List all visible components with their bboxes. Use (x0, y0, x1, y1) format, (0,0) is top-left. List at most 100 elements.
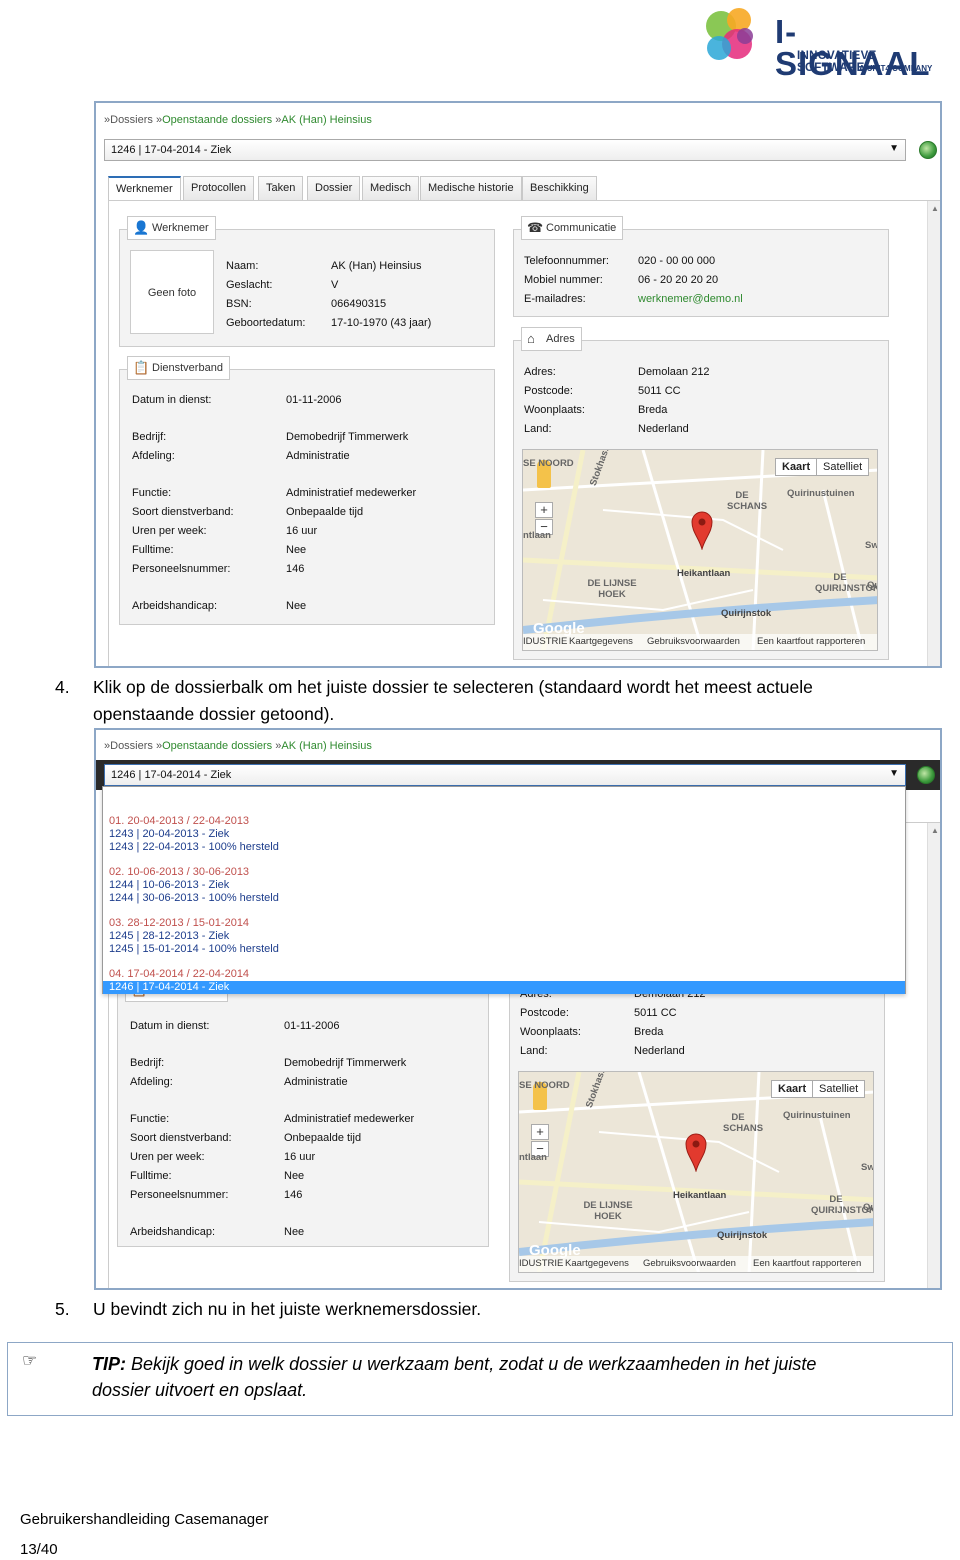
value-woonplaats: Breda (638, 404, 668, 416)
label-land: Land: (520, 1045, 548, 1057)
label-bsn: BSN: (226, 298, 252, 310)
map-report-link[interactable]: Een kaartfout rapporteren (753, 1258, 861, 1269)
step4-text-line1: Klik op de dossierbalk om het juiste dos… (93, 677, 813, 697)
value-fulltime: Nee (286, 544, 307, 556)
dropdown-option[interactable]: 1245 | 15-01-2014 - 100% hersteld (109, 943, 279, 955)
tab-beschikking[interactable]: Beschikking (522, 176, 597, 200)
dropdown-option[interactable]: 1243 | 20-04-2013 - Ziek (109, 828, 229, 840)
value-land: Nederland (634, 1045, 685, 1057)
value-uren-per-week: 16 uur (284, 1151, 316, 1163)
zoom-in-button[interactable]: + (535, 502, 553, 518)
globe-icon[interactable] (919, 141, 937, 159)
map-voorwaarden-link[interactable]: Gebruiksvoorwaarden (643, 1258, 736, 1269)
value-functie: Administratief medewerker (286, 487, 417, 499)
dropdown-option[interactable]: 1243 | 22-04-2013 - 100% hersteld (109, 841, 279, 853)
tab-medisch[interactable]: Medisch (362, 176, 419, 200)
map[interactable]: + − Kaart Satelliet SE NOORD DE SCHANS Q… (518, 1071, 874, 1273)
label-bedrijf: Bedrijf: (132, 431, 167, 443)
label-email: E-mailadres: (524, 293, 586, 305)
communicatie-panel: Telefoonnummer: Mobiel nummer: E-mailadr… (513, 229, 889, 317)
label-fulltime: Fulltime: (130, 1170, 172, 1182)
map-marker-icon[interactable] (685, 1132, 707, 1172)
dossier-select[interactable]: 1246 | 17-04-2014 - Ziek ▼ (104, 139, 906, 161)
map-kaartgegevens-link[interactable]: Kaartgegevens (565, 1258, 629, 1269)
tab-protocollen[interactable]: Protocollen (183, 176, 255, 200)
label-soort-dienstverband: Soort dienstverband: (132, 506, 234, 518)
i-signaal-logo: I-SIGNAAL INNOVATIEVE SOFTWARE A UNIT4 C… (697, 4, 947, 80)
breadcrumb-dossiers[interactable]: Dossiers (110, 740, 153, 752)
map-satelliet-button[interactable]: Satelliet (812, 1080, 866, 1098)
value-woonplaats: Breda (634, 1026, 664, 1038)
map-kaartgegevens-link[interactable]: Kaartgegevens (569, 636, 633, 647)
map-marker-icon[interactable] (691, 510, 713, 550)
screenshot-dropdown: »Dossiers »Openstaande dossiers »AK (Han… (94, 728, 942, 1290)
globe-icon[interactable] (917, 766, 935, 784)
label-bedrijf: Bedrijf: (130, 1057, 165, 1069)
breadcrumb-employee[interactable]: AK (Han) Heinsius (281, 740, 371, 752)
value-soort-dienstverband: Onbepaalde tijd (286, 506, 364, 518)
map-voorwaarden-link[interactable]: Gebruiksvoorwaarden (647, 636, 740, 647)
map-report-link[interactable]: Een kaartfout rapporteren (757, 636, 865, 647)
value-adres: Demolaan 212 (638, 366, 710, 378)
tab-werknemer[interactable]: Werknemer (108, 176, 181, 201)
dienstverband-panel: Datum in dienst: Bedrijf: Afdeling: Func… (117, 991, 489, 1247)
value-datum-in-dienst: 01-11-2006 (284, 1020, 340, 1032)
value-bedrijf: Demobedrijf Timmerwerk (284, 1057, 407, 1069)
scroll-up-icon[interactable]: ▲ (931, 826, 939, 835)
label-functie: Functie: (130, 1113, 170, 1125)
step5-text: U bevindt zich nu in het juiste werkneme… (93, 1299, 482, 1319)
tip-line2: dossier uitvoert en opslaat. (92, 1380, 308, 1400)
value-afdeling: Administratie (286, 450, 350, 462)
dossier-select-open[interactable]: 1246 | 17-04-2014 - Ziek ▼ (104, 764, 906, 786)
tab-dossier[interactable]: Dossier (307, 176, 361, 200)
value-soort-dienstverband: Onbepaalde tijd (284, 1132, 362, 1144)
map-kaart-button[interactable]: Kaart (775, 458, 818, 476)
label-personeelsnummer: Personeelsnummer: (132, 563, 231, 575)
value-postcode: 5011 CC (638, 385, 681, 397)
label-datum-in-dienst: Datum in dienst: (130, 1020, 210, 1032)
phone-icon: ☎ (527, 220, 544, 235)
map-kaart-button[interactable]: Kaart (771, 1080, 814, 1098)
label-mobiel: Mobiel nummer: (524, 274, 603, 286)
label-woonplaats: Woonplaats: (524, 404, 585, 416)
value-arbeidshandicap: Nee (286, 600, 307, 612)
breadcrumb-openstaande[interactable]: Openstaande dossiers (162, 740, 272, 752)
tab-taken[interactable]: Taken (258, 176, 304, 200)
value-postcode: 5011 CC (634, 1007, 677, 1019)
scrollbar[interactable]: ▲ (927, 201, 940, 666)
value-land: Nederland (638, 423, 689, 435)
breadcrumb: »Dossiers »Openstaande dossiers »AK (Han… (104, 740, 372, 752)
scroll-up-icon[interactable]: ▲ (931, 204, 939, 213)
label-fulltime: Fulltime: (132, 544, 174, 556)
label-uren-per-week: Uren per week: (132, 525, 207, 537)
breadcrumb: »Dossiers »Openstaande dossiers »AK (Han… (104, 114, 372, 126)
breadcrumb-dossiers[interactable]: Dossiers (110, 114, 153, 126)
label-afdeling: Afdeling: (130, 1076, 173, 1088)
logo-mark-icon (706, 8, 753, 60)
dropdown-option-selected[interactable]: 1246 | 17-04-2014 - Ziek (103, 981, 905, 994)
tip-label: TIP: (92, 1354, 126, 1374)
dropdown-group-01: 01. 20-04-2013 / 22-04-2013 (109, 815, 250, 827)
dropdown-option[interactable]: 1244 | 10-06-2013 - Ziek (109, 879, 229, 891)
dropdown-option[interactable]: 1245 | 28-12-2013 - Ziek (109, 930, 229, 942)
label-arbeidshandicap: Arbeidshandicap: (132, 600, 218, 612)
label-telefoon: Telefoonnummer: (524, 255, 609, 267)
zoom-in-button[interactable]: + (531, 1124, 549, 1140)
tab-medische-historie[interactable]: Medische historie (420, 176, 522, 200)
home-icon: ⌂ (527, 331, 535, 346)
breadcrumb-employee[interactable]: AK (Han) Heinsius (281, 114, 371, 126)
step4-text-line2: openstaande dossier getoond). (93, 704, 335, 724)
map-satelliet-button[interactable]: Satelliet (816, 458, 870, 476)
map[interactable]: + − Kaart Satelliet SE NOORD DE SCHANS Q… (522, 449, 878, 651)
value-email-link[interactable]: werknemer@demo.nl (638, 293, 743, 305)
werknemer-pane: ▲ Geen foto Naam: Geslacht: BSN: Geboort… (108, 200, 940, 666)
breadcrumb-openstaande[interactable]: Openstaande dossiers (162, 114, 272, 126)
scrollbar[interactable]: ▲ (927, 823, 940, 1288)
value-personeelsnummer: 146 (286, 563, 305, 575)
adres-panel: Adres: Postcode: Woonplaats: Land: Demol… (513, 340, 889, 660)
dropdown-group-04: 04. 17-04-2014 / 22-04-2014 (109, 968, 250, 980)
dossier-dropdown-list: 01. 20-04-2013 / 22-04-2013 1243 | 20-04… (102, 786, 906, 994)
dropdown-option[interactable]: 1244 | 30-06-2013 - 100% hersteld (109, 892, 279, 904)
dropdown-group-03: 03. 28-12-2013 / 15-01-2014 (109, 917, 250, 929)
page-number: 13/40 (20, 1541, 58, 1558)
